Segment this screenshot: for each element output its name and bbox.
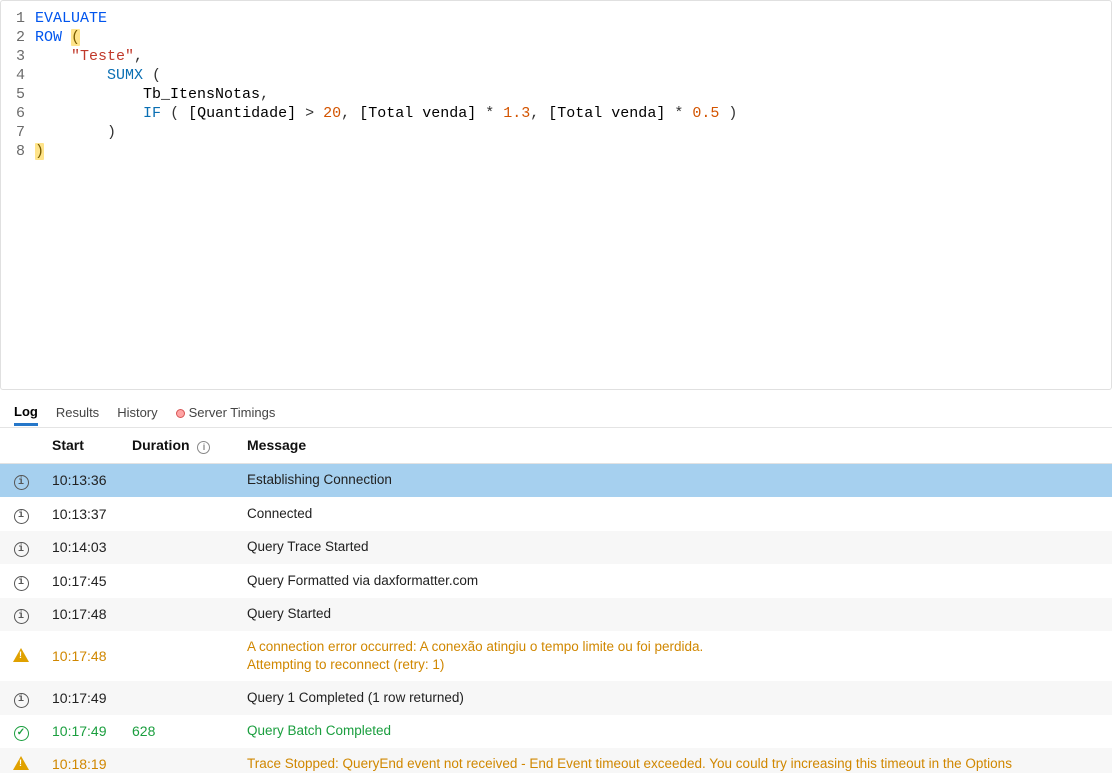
log-duration — [122, 531, 237, 565]
table-row[interactable]: 10:17:49628Query Batch Completed — [0, 715, 1112, 749]
log-message: Query Trace Started — [237, 531, 1112, 565]
info-icon: i — [14, 475, 29, 490]
log-message: Query Batch Completed — [237, 715, 1112, 749]
log-start: 10:13:37 — [42, 497, 122, 531]
log-message: Query 1 Completed (1 row returned) — [237, 681, 1112, 715]
log-message: Trace Stopped: QueryEnd event not receiv… — [237, 748, 1112, 773]
log-duration — [122, 631, 237, 681]
log-start: 10:17:49 — [42, 681, 122, 715]
record-icon — [176, 409, 185, 418]
log-duration — [122, 598, 237, 632]
table-row[interactable]: i 10:13:36 Establishing Connection — [0, 463, 1112, 497]
log-table: Start Duration i Message i 10:13:36 Establ… — [0, 428, 1112, 773]
tab-log[interactable]: Log — [14, 404, 38, 426]
log-message: Connected — [237, 497, 1112, 531]
log-message: Establishing Connection — [237, 463, 1112, 497]
log-message: Query Formatted via daxformatter.com — [237, 564, 1112, 598]
editor-code[interactable]: EVALUATEROW ( "Teste", SUMX ( Tb_ItensNo… — [29, 1, 737, 389]
tab-history[interactable]: History — [117, 405, 157, 424]
info-icon: i — [14, 576, 29, 591]
info-icon: i — [14, 693, 29, 708]
log-duration — [122, 564, 237, 598]
tab-server-timings-label: Server Timings — [189, 405, 276, 420]
code-editor[interactable]: 12345678 EVALUATEROW ( "Teste", SUMX ( T… — [0, 0, 1112, 390]
info-icon: i — [14, 509, 29, 524]
log-message: Query Started — [237, 598, 1112, 632]
success-icon — [14, 726, 29, 741]
editor-gutter: 12345678 — [1, 1, 29, 389]
tab-results[interactable]: Results — [56, 405, 99, 424]
warning-icon — [13, 756, 29, 770]
table-row[interactable]: i 10:17:49 Query 1 Completed (1 row return… — [0, 681, 1112, 715]
output-tabs: Log Results History Server Timings — [0, 398, 1112, 428]
log-duration — [122, 497, 237, 531]
table-row[interactable]: i 10:13:37 Connected — [0, 497, 1112, 531]
log-col-duration[interactable]: Duration i — [122, 428, 237, 463]
log-start: 10:17:45 — [42, 564, 122, 598]
log-col-start[interactable]: Start — [42, 428, 122, 463]
log-col-icon — [0, 428, 42, 463]
log-start: 10:14:03 — [42, 531, 122, 565]
tab-server-timings[interactable]: Server Timings — [176, 405, 276, 424]
table-row[interactable]: i 10:14:03 Query Trace Started — [0, 531, 1112, 565]
log-duration — [122, 748, 237, 773]
log-start: 10:17:48 — [42, 631, 122, 681]
warning-icon — [13, 648, 29, 662]
info-icon: i — [14, 609, 29, 624]
log-start: 10:17:49 — [42, 715, 122, 749]
info-icon: i — [14, 542, 29, 557]
log-duration — [122, 463, 237, 497]
log-col-message[interactable]: Message — [237, 428, 1112, 463]
log-start: 10:18:19 — [42, 748, 122, 773]
log-start: 10:13:36 — [42, 463, 122, 497]
log-duration: 628 — [122, 715, 237, 749]
table-row[interactable]: i 10:17:48 Query Started — [0, 598, 1112, 632]
table-row[interactable]: 10:17:48 A connection error occurred: A c… — [0, 631, 1112, 681]
log-duration — [122, 681, 237, 715]
info-icon: i — [197, 441, 210, 454]
table-row[interactable]: i 10:17:45 Query Formatted via daxformatte… — [0, 564, 1112, 598]
table-row[interactable]: 10:18:19 Trace Stopped: QueryEnd event no… — [0, 748, 1112, 773]
log-message: A connection error occurred: A conexão a… — [237, 631, 1112, 681]
log-start: 10:17:48 — [42, 598, 122, 632]
